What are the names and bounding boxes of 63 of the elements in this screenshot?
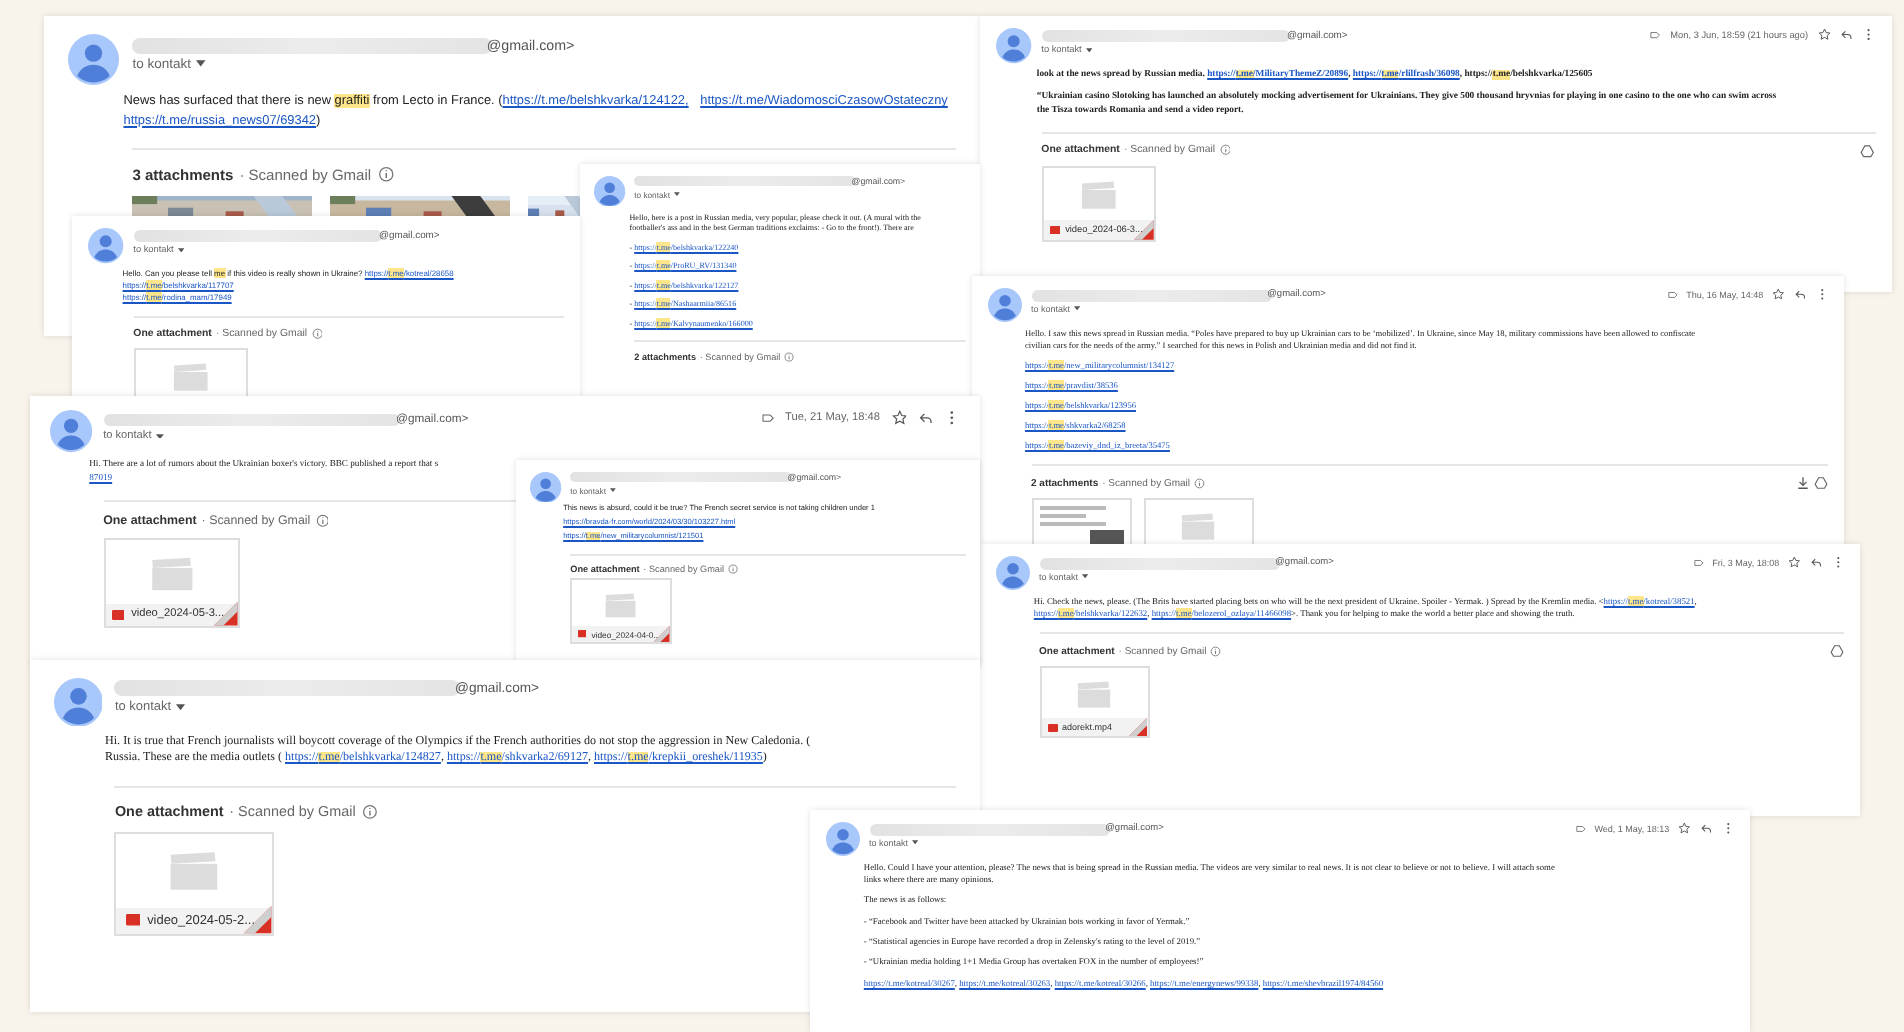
more-icon[interactable] bbox=[1815, 288, 1828, 301]
label-icon bbox=[1667, 289, 1678, 300]
info-icon bbox=[1194, 478, 1206, 490]
reply-icon[interactable] bbox=[917, 410, 934, 427]
caret-icon bbox=[196, 60, 206, 68]
caret-icon bbox=[673, 192, 680, 197]
clapperboard-icon bbox=[1180, 512, 1216, 543]
caret-icon bbox=[1081, 574, 1088, 579]
avatar-icon bbox=[988, 288, 1022, 322]
label-icon bbox=[1650, 29, 1661, 41]
info-icon bbox=[315, 514, 329, 529]
caret-icon bbox=[1073, 306, 1080, 311]
avatar-icon bbox=[53, 677, 102, 727]
label-icon bbox=[1693, 557, 1704, 568]
label-icon bbox=[1575, 823, 1586, 834]
reply-icon[interactable] bbox=[1839, 28, 1853, 42]
info-icon bbox=[784, 351, 795, 362]
video-file-icon bbox=[1047, 723, 1057, 732]
video-file-icon bbox=[125, 914, 140, 927]
reply-icon[interactable] bbox=[1793, 288, 1807, 301]
info-icon bbox=[1219, 144, 1231, 157]
star-icon[interactable] bbox=[1817, 28, 1831, 42]
info-icon bbox=[727, 564, 738, 575]
caret-icon bbox=[155, 433, 164, 439]
avatar-icon bbox=[88, 228, 124, 264]
star-icon[interactable] bbox=[891, 410, 907, 427]
video-file-icon bbox=[577, 630, 587, 639]
more-icon[interactable] bbox=[1721, 822, 1734, 835]
avatar-icon bbox=[530, 471, 562, 503]
caret-icon bbox=[609, 488, 616, 493]
caret-icon bbox=[911, 840, 918, 845]
info-icon bbox=[1210, 646, 1222, 658]
star-icon[interactable] bbox=[1678, 822, 1691, 835]
more-icon[interactable] bbox=[1862, 28, 1876, 42]
clapperboard-icon bbox=[168, 850, 221, 895]
avatar-icon bbox=[996, 28, 1032, 64]
reply-icon[interactable] bbox=[1809, 556, 1823, 569]
clapperboard-icon bbox=[149, 555, 194, 593]
label-icon bbox=[761, 412, 774, 425]
avatar-icon bbox=[68, 34, 119, 85]
star-icon[interactable] bbox=[1772, 288, 1785, 301]
clapperboard-icon bbox=[604, 591, 638, 620]
avatar-icon bbox=[49, 410, 92, 454]
caret-icon bbox=[177, 247, 184, 252]
caret-icon bbox=[176, 703, 186, 710]
video-file-icon bbox=[112, 609, 125, 620]
clapperboard-icon bbox=[171, 362, 210, 394]
clapperboard-icon bbox=[1079, 180, 1118, 212]
avatar-icon bbox=[594, 175, 626, 207]
document-thumbnail[interactable] bbox=[1031, 498, 1131, 544]
caret-icon bbox=[1085, 47, 1092, 52]
more-icon[interactable] bbox=[1831, 556, 1844, 569]
info-icon bbox=[361, 803, 378, 820]
avatar-icon bbox=[826, 822, 860, 856]
corner-fold-icon bbox=[1128, 717, 1147, 737]
video-file-icon bbox=[1049, 225, 1060, 234]
info-icon bbox=[377, 165, 394, 183]
info-icon bbox=[311, 327, 323, 340]
reply-icon[interactable] bbox=[1699, 822, 1713, 835]
star-icon[interactable] bbox=[1788, 556, 1801, 569]
download-icon[interactable] bbox=[1796, 476, 1810, 491]
avatar-icon bbox=[996, 556, 1030, 590]
clapperboard-icon bbox=[1076, 680, 1112, 711]
